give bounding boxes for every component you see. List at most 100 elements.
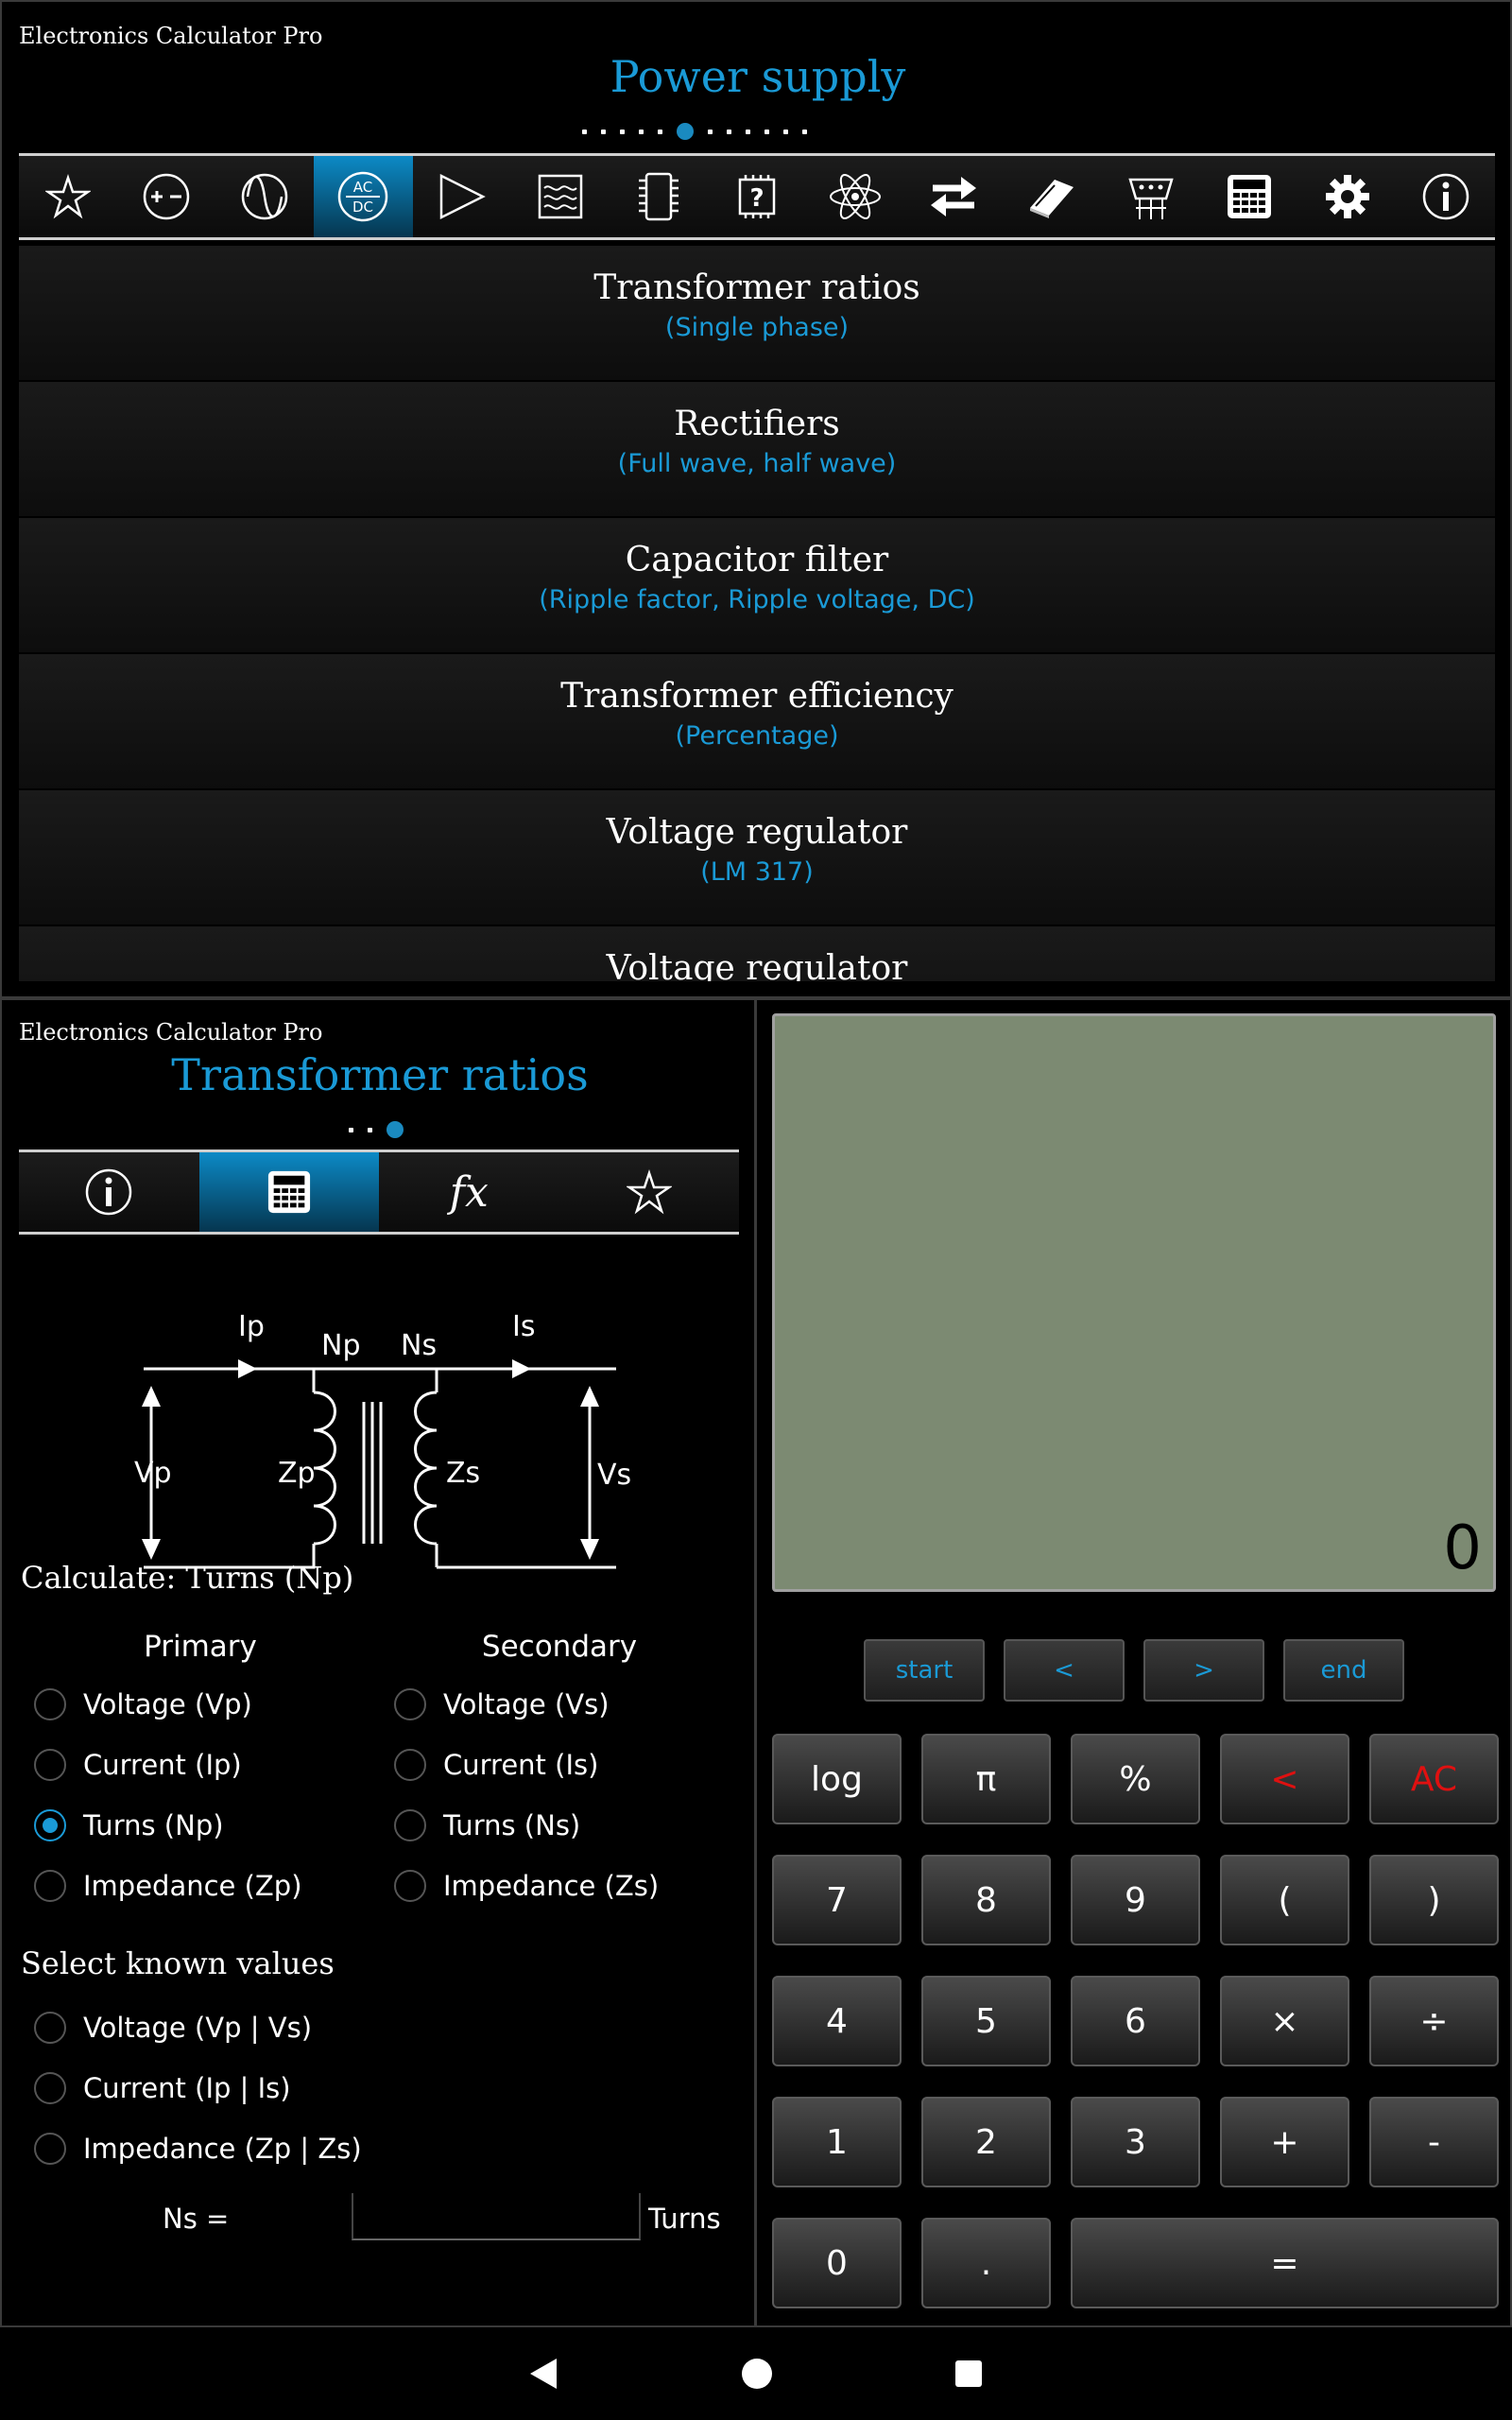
key-divide[interactable]: ÷	[1369, 1976, 1499, 2066]
arrows-exchange-icon[interactable]	[904, 156, 1003, 237]
key-plus[interactable]: +	[1220, 2097, 1349, 2187]
label-vp: Vp	[134, 1457, 172, 1490]
key-8[interactable]: 8	[921, 1855, 1051, 1945]
list-item[interactable]: Transformer efficiency (Percentage)	[19, 654, 1495, 790]
key-3[interactable]: 3	[1071, 2097, 1200, 2187]
radio-circle	[34, 1870, 66, 1902]
book-icon[interactable]	[1003, 156, 1101, 237]
key-pi[interactable]: π	[921, 1734, 1051, 1824]
filter-waves-icon[interactable]	[511, 156, 610, 237]
fx-icon: fx	[449, 1167, 489, 1217]
key-decimal[interactable]: .	[921, 2218, 1051, 2308]
page-dot	[802, 129, 807, 134]
page-dot	[582, 129, 587, 134]
radio-label: Voltage (Vs)	[443, 1688, 610, 1720]
list-item[interactable]: Voltage regulator	[19, 926, 1495, 981]
gear-icon[interactable]	[1298, 156, 1397, 237]
list-item-title: Rectifiers	[674, 405, 840, 443]
key-7[interactable]: 7	[772, 1855, 902, 1945]
transformer-ratios-panel: Electronics Calculator Pro Transformer r…	[0, 998, 756, 2327]
key-minus[interactable]: -	[1369, 2097, 1499, 2187]
key-6[interactable]: 6	[1071, 1976, 1200, 2066]
calculator-display: 0	[772, 1013, 1496, 1592]
radio-current-ip[interactable]: Current (Ip)	[34, 1749, 242, 1781]
key-1[interactable]: 1	[772, 2097, 902, 2187]
end-button[interactable]: end	[1283, 1639, 1404, 1702]
key-9[interactable]: 9	[1071, 1855, 1200, 1945]
radio-turns-np[interactable]: Turns (Np)	[34, 1809, 224, 1841]
question-chip-icon[interactable]: ?	[708, 156, 806, 237]
calculator-panel: 0 start < > end log π % < AC 7 8 9 ( ) 4…	[754, 998, 1512, 2327]
radio-current-is[interactable]: Current (Is)	[394, 1749, 598, 1781]
key-clear-all[interactable]: AC	[1369, 1734, 1499, 1824]
star-icon[interactable]	[19, 156, 117, 237]
secondary-header: Secondary	[481, 1630, 638, 1664]
list-item-title: Capacitor filter	[625, 541, 889, 579]
list-item[interactable]: Rectifiers (Full wave, half wave)	[19, 382, 1495, 518]
key-percent[interactable]: %	[1071, 1734, 1200, 1824]
list-item[interactable]: Transformer ratios (Single phase)	[19, 246, 1495, 382]
key-log[interactable]: log	[772, 1734, 902, 1824]
ac-dc-icon[interactable]: AC DC	[314, 156, 413, 237]
key-5[interactable]: 5	[921, 1976, 1051, 2066]
page-dot	[708, 129, 713, 134]
radio-circle	[394, 1688, 426, 1720]
info-icon[interactable]	[1397, 156, 1495, 237]
radio-known-impedance[interactable]: Impedance (Zp | Zs)	[34, 2133, 362, 2165]
tab-formula[interactable]: fx	[379, 1152, 559, 1232]
radio-turns-ns[interactable]: Turns (Ns)	[394, 1809, 580, 1841]
label-np: Np	[321, 1329, 360, 1362]
label-vs: Vs	[597, 1459, 631, 1492]
radio-impedance-zs[interactable]: Impedance (Zs)	[394, 1870, 659, 1902]
key-open-paren[interactable]: (	[1220, 1855, 1349, 1945]
key-4[interactable]: 4	[772, 1976, 902, 2066]
page-indicator	[349, 1121, 404, 1138]
calculator-icon[interactable]	[1200, 156, 1298, 237]
page-indicator	[582, 123, 807, 140]
radio-known-current[interactable]: Current (Ip | Is)	[34, 2072, 291, 2104]
key-close-paren[interactable]: )	[1369, 1855, 1499, 1945]
key-0[interactable]: 0	[772, 2218, 902, 2308]
page-dot-active	[677, 123, 694, 140]
key-equals[interactable]: =	[1071, 2218, 1499, 2308]
atom-icon[interactable]	[806, 156, 904, 237]
key-backspace[interactable]: <	[1220, 1734, 1349, 1824]
radio-circle	[394, 1749, 426, 1781]
list-item[interactable]: Capacitor filter (Ripple factor, Ripple v…	[19, 518, 1495, 654]
sine-wave-icon[interactable]	[215, 156, 314, 237]
cursor-left-button[interactable]: <	[1004, 1639, 1125, 1702]
radio-circle	[34, 1749, 66, 1781]
home-icon[interactable]	[740, 2357, 774, 2391]
radio-circle	[34, 2133, 66, 2165]
start-button[interactable]: start	[864, 1639, 985, 1702]
ns-input[interactable]	[352, 2193, 641, 2240]
triangle-play-icon[interactable]	[413, 156, 511, 237]
list-item[interactable]: Voltage regulator (LM 317)	[19, 790, 1495, 926]
radio-known-voltage[interactable]: Voltage (Vp | Vs)	[34, 2012, 312, 2044]
radio-voltage-vp[interactable]: Voltage (Vp)	[34, 1688, 252, 1720]
chip-icon[interactable]	[610, 156, 708, 237]
radio-label: Impedance (Zp)	[83, 1870, 302, 1902]
connector-icon[interactable]	[1102, 156, 1200, 237]
transformer-diagram: Ip Np Ns Is Vp Zp Zs Vs	[134, 1310, 631, 1569]
radio-impedance-zp[interactable]: Impedance (Zp)	[34, 1870, 302, 1902]
screen-title: Transformer ratios	[171, 1049, 589, 1100]
tab-calculator[interactable]	[198, 1152, 379, 1232]
tab-favorite[interactable]	[559, 1152, 740, 1232]
back-icon[interactable]	[528, 2357, 560, 2391]
radio-label: Voltage (Vp | Vs)	[83, 2012, 313, 2044]
recents-icon[interactable]	[954, 2359, 984, 2389]
key-multiply[interactable]: ×	[1220, 1976, 1349, 2066]
radio-voltage-vs[interactable]: Voltage (Vs)	[394, 1688, 610, 1720]
page-dot-active	[387, 1121, 404, 1138]
radio-circle	[34, 2012, 66, 2044]
page-dot	[658, 129, 662, 134]
page-dot	[601, 129, 606, 134]
calculator-icon	[267, 1170, 310, 1214]
plus-minus-icon[interactable]	[117, 156, 215, 237]
key-2[interactable]: 2	[921, 2097, 1051, 2187]
cursor-right-button[interactable]: >	[1143, 1639, 1264, 1702]
tab-info[interactable]	[19, 1152, 199, 1232]
label-zs: Zs	[446, 1457, 480, 1490]
list-item-subtitle: (Full wave, half wave)	[617, 449, 897, 478]
